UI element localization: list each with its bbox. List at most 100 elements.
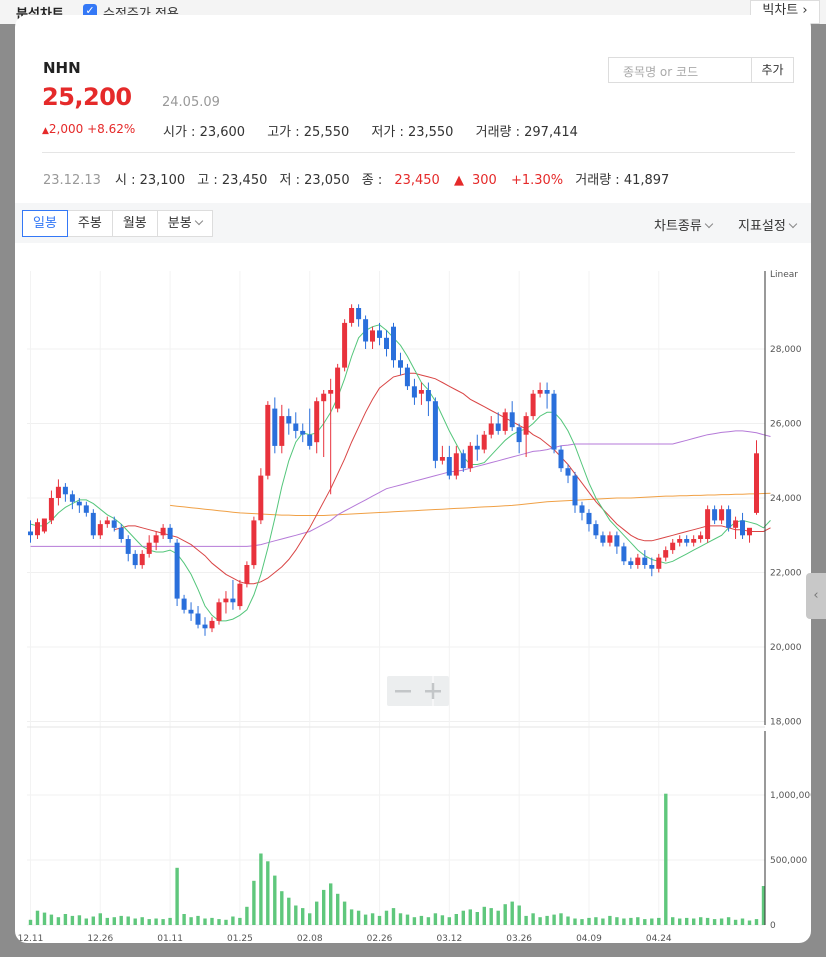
hover-high: 고 : 23,450	[197, 173, 268, 188]
candle-body	[314, 401, 320, 443]
volume-bar	[77, 915, 82, 926]
candle-body	[530, 393, 536, 417]
candle-body	[502, 412, 508, 431]
indicator-settings-dropdown[interactable]: 지표설정	[738, 215, 798, 234]
volume-bar	[105, 917, 109, 925]
price-tick-label: 26,000	[770, 420, 802, 430]
candle-body	[251, 520, 257, 566]
volume-bar	[63, 914, 68, 925]
volume-tick-label: 0	[770, 921, 776, 931]
up-triangle-icon: ▲	[453, 173, 464, 188]
candle-body	[370, 330, 375, 342]
candle-body	[272, 408, 278, 446]
volume-bar	[608, 915, 612, 925]
price-tick-label: 22,000	[770, 569, 802, 579]
volume-bar	[301, 908, 305, 925]
candle-body	[342, 322, 348, 368]
tab-weekly[interactable]: 주봉	[66, 210, 113, 237]
candle-body	[139, 553, 145, 566]
candle-body	[55, 486, 61, 498]
candle-body	[265, 404, 271, 476]
price-tick-label: 18,000	[770, 718, 802, 728]
candle-body	[216, 602, 222, 621]
candle-body	[286, 416, 292, 424]
side-panel-toggle[interactable]: ‹	[806, 573, 826, 619]
volume-bar	[601, 918, 605, 925]
candle-body	[754, 453, 759, 513]
trade-volume: 거래량 : 297,414	[475, 125, 578, 140]
volume-bar	[419, 915, 424, 925]
volume-bar	[705, 917, 710, 925]
candle-body	[446, 457, 452, 476]
candle-body	[41, 518, 47, 532]
date-tick-label: 01.25	[227, 934, 253, 943]
candlestick-chart[interactable]: Linear 28,000 26,000 24,000 22,000 20,000 18,0…	[15, 243, 811, 943]
candle-body	[118, 527, 124, 539]
period-tabs: 일봉 주봉 월봉 분봉	[22, 210, 213, 237]
tab-monthly[interactable]: 월봉	[111, 210, 158, 237]
volume-bar	[747, 920, 752, 925]
candle-body	[684, 539, 690, 543]
low-price: 저가 : 23,550	[371, 125, 454, 140]
volume-bar	[468, 909, 472, 925]
high-price: 고가 : 25,550	[267, 125, 350, 140]
chart-type-dropdown[interactable]: 차트종류	[654, 215, 714, 234]
volume-bar	[154, 918, 158, 925]
candle-body	[740, 520, 745, 536]
candle-body	[453, 453, 459, 476]
volume-bar	[245, 906, 249, 925]
volume-bar	[643, 919, 647, 925]
candle-body	[97, 524, 103, 536]
candle-body	[244, 565, 250, 584]
tab-minute[interactable]: 분봉	[156, 210, 213, 237]
add-button[interactable]: 추가	[752, 57, 794, 83]
scale-label: Linear	[770, 270, 798, 280]
candle-body	[418, 390, 424, 394]
candle-body	[474, 445, 480, 450]
candle-body	[90, 512, 96, 536]
date-tick-label: 12.11	[18, 934, 44, 943]
candle-body	[363, 319, 369, 342]
candle-body	[321, 393, 327, 402]
zoom-out-icon[interactable]	[395, 690, 411, 693]
volume-tick-label: 1,000,000	[770, 791, 811, 801]
volume-bar	[754, 919, 759, 925]
volume-bar	[685, 917, 689, 925]
candle-body	[279, 416, 285, 446]
volume-bar	[189, 917, 193, 925]
volume-bar	[692, 918, 696, 925]
date-tick-label: 02.26	[367, 934, 393, 943]
price-tick-label: 24,000	[770, 494, 802, 504]
zoom-in-icon-vertical	[431, 683, 435, 699]
candle-body	[411, 386, 417, 398]
candle-body	[69, 494, 75, 502]
tab-daily[interactable]: 일봉	[22, 210, 68, 237]
stock-search-input[interactable]: 종목명 or 코드	[608, 57, 752, 83]
candle-body	[48, 498, 54, 521]
volume-bar	[175, 867, 179, 925]
candle-body	[558, 449, 564, 469]
volume-bar	[482, 906, 486, 925]
candle-body	[635, 557, 641, 565]
candle-body	[384, 337, 389, 349]
candle-body	[733, 520, 739, 528]
up-triangle-icon: ▲	[42, 126, 49, 136]
candle-body	[600, 535, 606, 543]
volume-bar	[315, 901, 319, 925]
candle-body	[349, 308, 355, 323]
volume-bar	[664, 793, 668, 925]
price-change: ▲2,000 +8.62%	[42, 122, 136, 136]
date-tick-label: 03.26	[506, 934, 532, 943]
volume-bar	[699, 917, 703, 925]
volume-bar	[308, 913, 312, 925]
volume-bar	[203, 918, 207, 925]
candle-body	[188, 609, 194, 614]
volume-bar	[657, 917, 661, 925]
zoom-control[interactable]	[387, 676, 449, 706]
volume-bar	[112, 917, 116, 925]
candle-body	[621, 546, 627, 562]
volume-bar	[329, 883, 333, 925]
candle-body	[705, 509, 711, 539]
candle-body	[719, 509, 725, 521]
volume-bar	[426, 917, 431, 925]
